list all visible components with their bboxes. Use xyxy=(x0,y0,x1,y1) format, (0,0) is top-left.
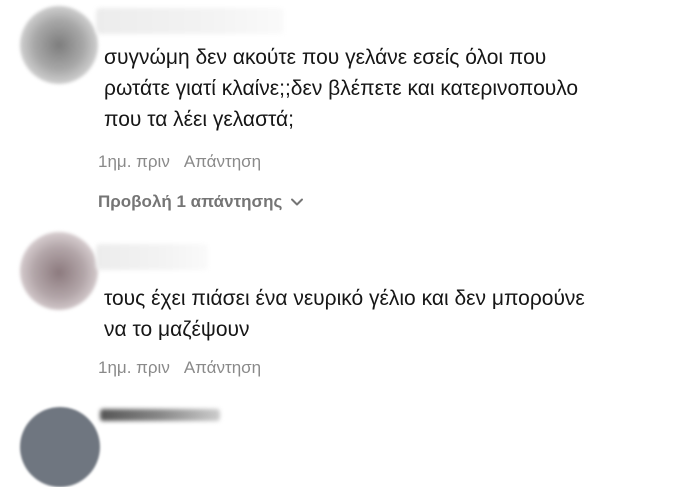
username-blurred[interactable] xyxy=(100,409,220,421)
comment-text-line: συγνώμη δεν ακούτε που γελάνε εσείς όλοι… xyxy=(104,46,547,69)
avatar[interactable] xyxy=(20,407,100,487)
avatar[interactable] xyxy=(20,6,98,84)
view-replies-label: Προβολή 1 απάντησης xyxy=(98,192,283,211)
comment-text-line: που τα λέει γελαστά; xyxy=(104,108,295,131)
username-blurred[interactable] xyxy=(96,8,284,34)
reply-button[interactable]: Απάντηση xyxy=(184,358,261,378)
comment-text-line: τους έχει πιάσει ένα νευρικό γέλιο και δ… xyxy=(104,287,585,310)
comment-text: τους έχει πιάσει ένα νευρικό γέλιο και δ… xyxy=(104,283,684,345)
username-blurred[interactable] xyxy=(96,244,208,270)
comment-meta: 1ημ. πριν Απάντηση xyxy=(98,358,261,378)
comment-text-line: να το μαζέψουν xyxy=(104,318,250,341)
reply-button[interactable]: Απάντηση xyxy=(184,152,261,172)
comment-time: 1ημ. πριν xyxy=(98,152,170,171)
comment-text-line: ρωτάτε γιατί κλαίνε;;δεν βλέπετε και κατ… xyxy=(104,77,579,100)
avatar[interactable] xyxy=(20,232,98,310)
comment-time: 1ημ. πριν xyxy=(98,358,170,377)
chevron-down-icon xyxy=(291,198,304,206)
view-replies-button[interactable]: Προβολή 1 απάντησης xyxy=(98,192,304,212)
comment-meta: 1ημ. πριν Απάντηση xyxy=(98,152,261,172)
comment-text: συγνώμη δεν ακούτε που γελάνε εσείς όλοι… xyxy=(104,42,684,135)
